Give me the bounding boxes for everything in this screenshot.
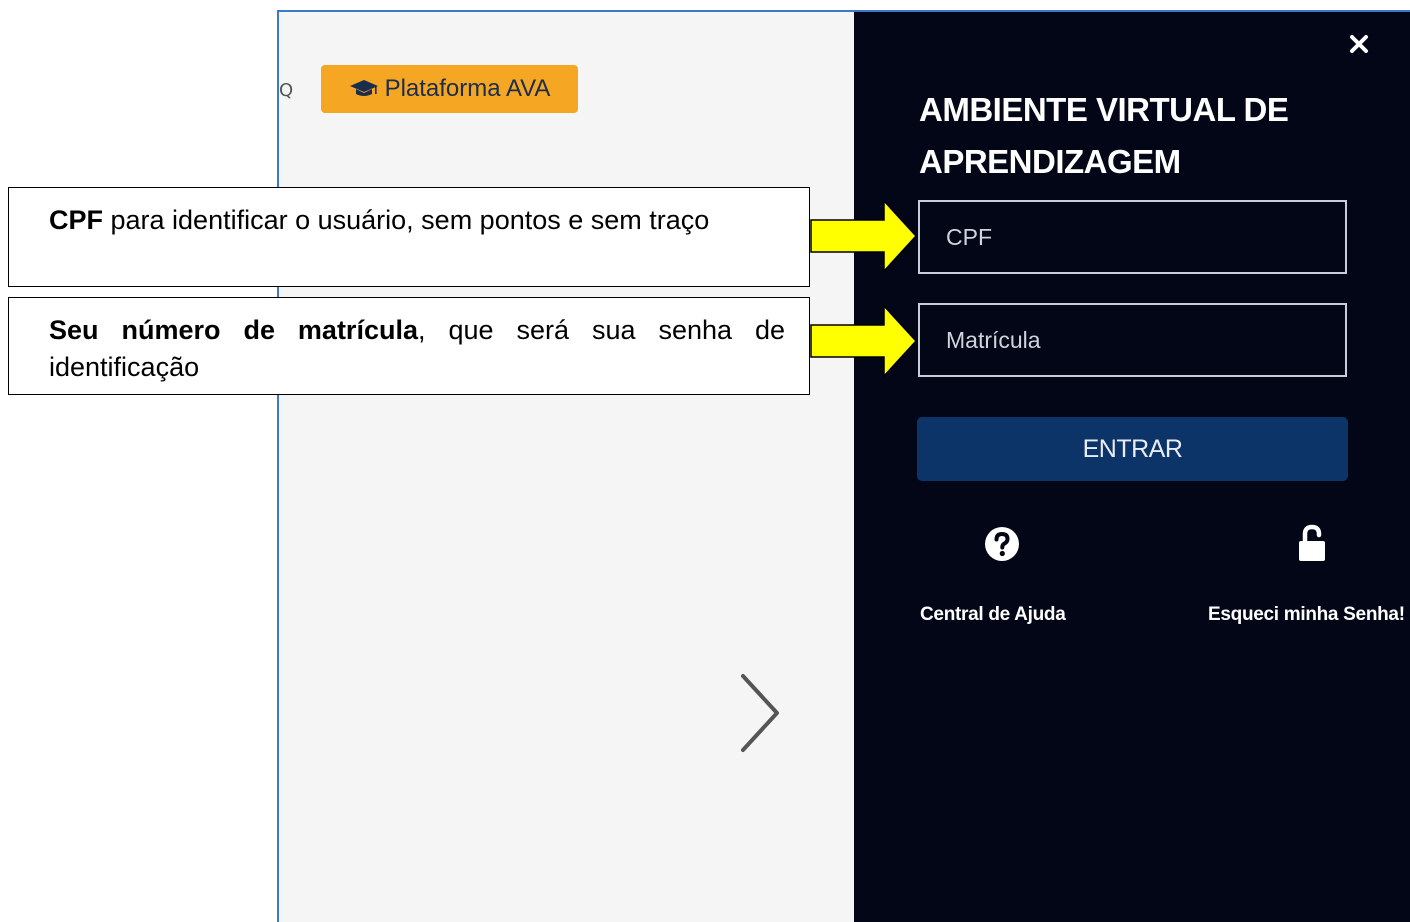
- matricula-pointer-arrow: [810, 304, 918, 378]
- cpf-callout-box: CPF para identificar o usuário, sem pont…: [8, 187, 810, 287]
- matricula-callout-box: Seu número de matrícula, que será sua se…: [8, 297, 810, 395]
- matricula-callout-bold: Seu número de matrícula: [49, 315, 418, 345]
- enter-button[interactable]: ENTRAR: [917, 417, 1348, 481]
- cpf-pointer-arrow: [810, 199, 918, 273]
- document-page: Q Plataforma AVA AMBIENTE VIRTUAL DE APR…: [0, 0, 1410, 922]
- cpf-callout-bold: CPF: [49, 205, 103, 235]
- forgot-password-label: Esqueci minha Senha!: [1208, 604, 1405, 625]
- panel-title: AMBIENTE VIRTUAL DE APRENDIZAGEM: [919, 91, 1289, 180]
- forgot-password-link[interactable]: Esqueci minha Senha!: [1208, 522, 1410, 632]
- close-icon[interactable]: [1347, 32, 1371, 56]
- plataforma-ava-button[interactable]: Plataforma AVA: [321, 65, 578, 113]
- cpf-callout-text: para identificar o usuário, sem pontos e…: [103, 205, 710, 235]
- graduation-cap-icon: [349, 80, 378, 96]
- help-center-link[interactable]: Central de Ajuda: [920, 522, 1090, 632]
- unlock-icon: [1299, 524, 1325, 561]
- matricula-input[interactable]: [918, 303, 1347, 377]
- search-icon-fragment: Q: [279, 80, 294, 101]
- login-panel: AMBIENTE VIRTUAL DE APRENDIZAGEM ENTRAR …: [854, 12, 1410, 922]
- help-center-label: Central de Ajuda: [920, 604, 1066, 625]
- plataforma-ava-label: Plataforma AVA: [384, 75, 551, 102]
- chevron-right-icon[interactable]: [737, 672, 783, 754]
- cpf-input[interactable]: [918, 200, 1347, 274]
- website-screenshot: Q Plataforma AVA AMBIENTE VIRTUAL DE APR…: [277, 10, 1410, 922]
- question-circle-icon: [985, 527, 1019, 561]
